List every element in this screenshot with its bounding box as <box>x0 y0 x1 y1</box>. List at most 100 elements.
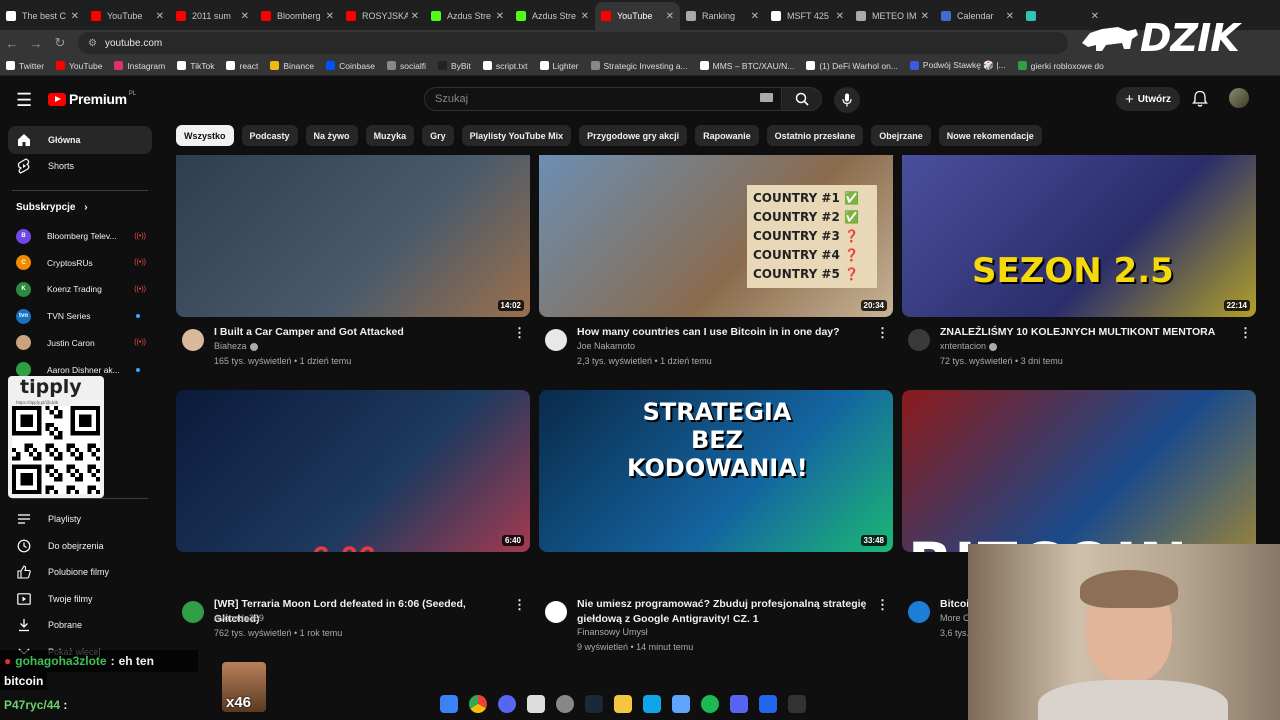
bookmark-item[interactable]: Lighter <box>539 61 579 71</box>
browser-tab[interactable]: MSFT 425 ✕ <box>765 2 850 30</box>
browser-tab[interactable]: ROSYJSKA ✕ <box>340 2 425 30</box>
sidebar-item-thumb-up[interactable]: Polubione filmy <box>8 558 152 586</box>
browser-tab[interactable]: YouTube ✕ <box>85 2 170 30</box>
chip-8[interactable]: Ostatnio przesłane <box>766 125 864 146</box>
network-icon[interactable] <box>672 695 690 713</box>
channel-avatar[interactable] <box>908 601 930 623</box>
sidebar-item-video[interactable]: Twoje filmy <box>8 585 152 613</box>
tab-close-icon[interactable]: ✕ <box>1006 11 1014 22</box>
video-title[interactable]: Nie umiesz programować? Zbuduj profesjon… <box>577 597 867 627</box>
chip-2[interactable]: Na żywo <box>305 125 358 146</box>
tab-close-icon[interactable]: ✕ <box>241 11 249 22</box>
site-info-icon[interactable]: ⚙ <box>88 38 97 49</box>
more-options-icon[interactable]: ⋮ <box>876 325 889 341</box>
file-explorer-icon[interactable] <box>614 695 632 713</box>
steam-icon[interactable] <box>585 695 603 713</box>
channel-avatar[interactable] <box>545 329 567 351</box>
vscode-icon[interactable] <box>643 695 661 713</box>
video-thumbnail[interactable]: 6:06 6:40 <box>176 390 530 552</box>
spotify-icon[interactable] <box>701 695 719 713</box>
address-bar[interactable]: ⚙ youtube.com <box>78 32 1068 54</box>
bookmark-item[interactable]: YouTube <box>56 61 102 71</box>
tab-close-icon[interactable]: ✕ <box>921 11 929 22</box>
channel-name[interactable]: Finansowy Umysł <box>577 627 648 637</box>
bookmark-item[interactable]: gierki robloxowe do <box>1017 61 1104 71</box>
video-thumbnail[interactable]: COUNTRY #1 ✅ COUNTRY #2 ✅ COUNTRY #3 ❓ C… <box>539 155 893 317</box>
subscriptions-header[interactable]: Subskrypcje › <box>16 202 88 213</box>
chip-0[interactable]: Wszystko <box>176 125 234 146</box>
video-card[interactable]: 14:02 I Built a Car Camper and Got Attack… <box>176 155 530 377</box>
video-thumbnail[interactable]: 14:02 <box>176 155 530 317</box>
sidebar-subscription[interactable]: Justin Caron ((•)) <box>16 333 146 353</box>
browser-tab[interactable]: Azdus Stre ✕ <box>425 2 510 30</box>
channel-name[interactable]: Joe Nakamoto <box>577 341 635 351</box>
bookmark-item[interactable]: Strategic Investing a... <box>590 61 688 71</box>
voice-search-button[interactable] <box>834 87 860 113</box>
bookmark-item[interactable]: Instagram <box>114 61 165 71</box>
bookmark-item[interactable]: ByBit <box>438 61 471 71</box>
chip-5[interactable]: Playlisty YouTube Mix <box>461 125 572 146</box>
sidebar-subscription[interactable]: K Koenz Trading ((•)) <box>16 279 146 299</box>
bookmark-item[interactable]: TikTok <box>177 61 214 71</box>
channel-name[interactable]: Avocado369 <box>214 613 264 623</box>
keyboard-icon[interactable] <box>760 93 773 102</box>
video-thumbnail[interactable]: BITCOIN <box>902 390 1256 552</box>
tab-close-icon[interactable]: ✕ <box>836 11 844 22</box>
sidebar-subscription[interactable]: B Bloomberg Telev... ((•)) <box>16 226 146 246</box>
chip-6[interactable]: Przygodowe gry akcji <box>579 125 688 146</box>
browser-tab[interactable]: Calendar ✕ <box>935 2 1020 30</box>
back-icon[interactable]: ← <box>0 36 24 51</box>
sidebar-subscription[interactable]: C CryptosRUs ((•)) <box>16 253 146 273</box>
tab-close-icon[interactable]: ✕ <box>751 11 759 22</box>
channel-avatar[interactable] <box>545 601 567 623</box>
tab-close-icon[interactable]: ✕ <box>581 11 589 22</box>
chip-4[interactable]: Gry <box>422 125 454 146</box>
app-x-icon[interactable] <box>759 695 777 713</box>
menu-icon[interactable]: ☰ <box>16 90 32 111</box>
chip-1[interactable]: Podcasty <box>241 125 298 146</box>
windows-start-icon[interactable] <box>440 695 458 713</box>
discord-icon[interactable] <box>498 695 516 713</box>
video-title[interactable]: How many countries can I use Bitcoin in … <box>577 325 867 340</box>
sidebar-item-home[interactable]: Główna <box>8 126 152 154</box>
video-card[interactable]: COUNTRY #1 ✅ COUNTRY #2 ✅ COUNTRY #3 ❓ C… <box>539 155 893 377</box>
chip-7[interactable]: Rapowanie <box>695 125 759 146</box>
search-button[interactable] <box>782 87 822 111</box>
tab-close-icon[interactable]: ✕ <box>71 11 79 22</box>
tab-close-icon[interactable]: ✕ <box>156 11 164 22</box>
obs-icon[interactable] <box>556 695 574 713</box>
video-card[interactable]: SEZON 2.5 22:14 ZNALEŹLIŚMY 10 KOLEJNYCH M… <box>902 155 1256 377</box>
discord-alt-icon[interactable] <box>730 695 748 713</box>
channel-avatar[interactable] <box>908 329 930 351</box>
bookmark-item[interactable]: Podwój Stawkę 🎲 |... <box>909 60 1006 71</box>
channel-avatar[interactable] <box>182 601 204 623</box>
bookmark-item[interactable]: MMS – BTC/XAU/N... <box>699 61 794 71</box>
forward-icon[interactable]: → <box>24 36 48 51</box>
browser-tab[interactable]: YouTube ✕ <box>595 2 680 30</box>
tab-close-icon[interactable]: ✕ <box>496 11 504 22</box>
tab-close-icon[interactable]: ✕ <box>666 11 674 22</box>
browser-tab[interactable]: METEO IM ✕ <box>850 2 935 30</box>
create-button[interactable]: + Utwórz <box>1116 87 1180 111</box>
bookmark-item[interactable]: script.txt <box>482 61 528 71</box>
browser-tab[interactable]: Ranking ✕ <box>680 2 765 30</box>
video-card[interactable]: STRATEGIA BEZ KODOWANIA! 33:48 Nie umiesz … <box>539 390 893 660</box>
video-thumbnail[interactable]: STRATEGIA BEZ KODOWANIA! 33:48 <box>539 390 893 552</box>
browser-tab[interactable]: Azdus Stre ✕ <box>510 2 595 30</box>
chip-10[interactable]: Nowe rekomendacje <box>938 125 1042 146</box>
notepad-icon[interactable] <box>527 695 545 713</box>
more-options-icon[interactable]: ⋮ <box>1239 325 1252 341</box>
video-thumbnail[interactable]: SEZON 2.5 22:14 <box>902 155 1256 317</box>
reload-icon[interactable]: ↻ <box>48 35 72 51</box>
browser-tab[interactable]: The best C ✕ <box>0 2 85 30</box>
chrome-icon[interactable] <box>469 695 487 713</box>
browser-tab[interactable]: Bloomberg ✕ <box>255 2 340 30</box>
browser-tab[interactable]: 2011 sum ✕ <box>170 2 255 30</box>
more-options-icon[interactable]: ⋮ <box>513 597 526 613</box>
chip-3[interactable]: Muzyka <box>365 125 415 146</box>
channel-name[interactable]: xntentacion <box>940 341 998 351</box>
more-options-icon[interactable]: ⋮ <box>513 325 526 341</box>
bookmark-item[interactable]: Twitter <box>6 61 44 71</box>
terminal-icon[interactable] <box>788 695 806 713</box>
sidebar-item-playlist[interactable]: Playlisty <box>8 505 152 533</box>
